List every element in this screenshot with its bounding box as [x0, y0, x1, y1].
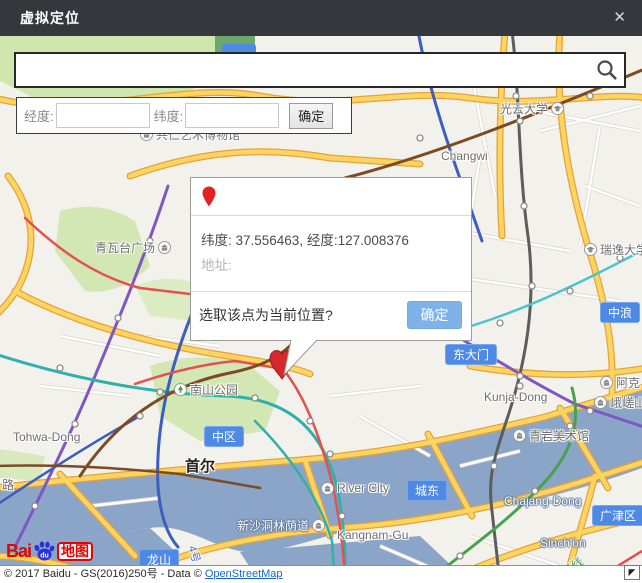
dialog-title: 虚拟定位 [20, 8, 80, 28]
attribution-bar: © 2017 Baidu - GS(2016)250号 - Data © Ope… [0, 565, 642, 583]
longitude-label: 经度: [24, 106, 54, 125]
longitude-field[interactable] [56, 103, 150, 128]
title-bar: 虚拟定位 ✕ [0, 0, 642, 36]
openstreetmap-link[interactable]: OpenStreetMap [205, 568, 283, 580]
coordinate-confirm-button[interactable]: 确定 [289, 103, 333, 129]
close-icon[interactable]: ✕ [613, 8, 626, 28]
popup-tail [272, 339, 324, 379]
baidu-paw-icon: du [33, 540, 55, 562]
pin-icon [201, 185, 217, 208]
search-bar [14, 52, 626, 88]
location-popup: 纬度: 37.556463, 经度:127.008376 地址: 选取该点为当前… [190, 177, 472, 341]
attribution-text: © 2017 Baidu - GS(2016)250号 - Data © [4, 568, 205, 580]
coordinate-panel: 经度: 纬度: 确定 [16, 97, 352, 134]
latitude-label: 纬度: [154, 106, 184, 125]
baidu-logo-text: Bai [6, 541, 31, 562]
search-icon[interactable] [590, 59, 624, 81]
popup-footer: 选取该点为当前位置? 确定 [191, 292, 471, 329]
popup-body: 纬度: 37.556463, 经度:127.008376 地址: [191, 216, 471, 292]
baidu-map-text: 地图 [57, 542, 93, 561]
popup-confirm-button[interactable]: 确定 [407, 301, 462, 329]
latitude-field[interactable] [185, 103, 279, 128]
baidu-logo[interactable]: Bai du 地图 [6, 540, 93, 562]
popup-header [191, 178, 471, 216]
popup-question: 选取该点为当前位置? [199, 305, 407, 325]
virtual-location-dialog: 虚拟定位 ✕ [0, 0, 642, 583]
search-input[interactable] [16, 54, 590, 86]
popup-address-label: 地址: [201, 254, 461, 274]
popup-coordinates: 纬度: 37.556463, 经度:127.008376 [201, 229, 461, 249]
map-corner-control-icon[interactable]: ◤ [624, 565, 640, 580]
svg-text:du: du [40, 553, 49, 560]
